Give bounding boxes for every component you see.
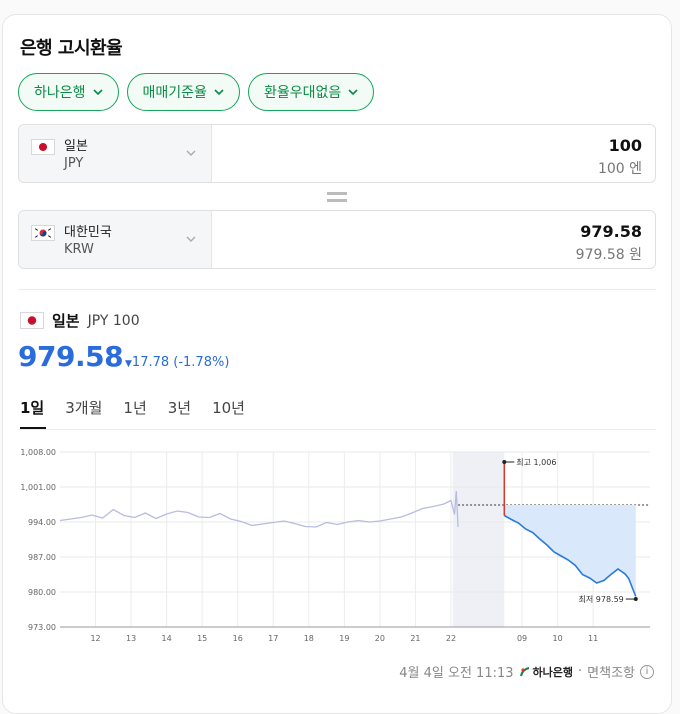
- rate-change: ▼17.78 (-1.78%): [125, 355, 229, 370]
- period-tabs: 1일 3개월 1년 3년 10년: [20, 397, 245, 418]
- y-tick-label: 1,001.00: [20, 483, 56, 492]
- from-amount-unit: 100 엔: [597, 161, 642, 177]
- x-tick-label: 14: [162, 634, 172, 643]
- to-amount-input[interactable]: 979.58 979.58 원: [212, 211, 655, 268]
- current-rate-value: 979.58: [18, 340, 124, 373]
- japan-flag-icon: [20, 312, 44, 329]
- x-tick-label: 21: [410, 634, 420, 643]
- down-triangle-icon: ▼: [125, 359, 132, 369]
- tab-1-year[interactable]: 1년: [123, 397, 146, 418]
- from-currency-row: 일본 JPY 100 100 엔: [18, 124, 656, 183]
- tab-10-years[interactable]: 10년: [212, 397, 245, 418]
- equals-icon: [327, 192, 347, 202]
- x-tick-label: 09: [517, 634, 527, 643]
- x-tick-label: 10: [552, 634, 562, 643]
- to-amount-unit: 979.58 원: [575, 247, 642, 263]
- x-tick-label: 16: [233, 634, 243, 643]
- to-currency-select[interactable]: 대한민국 KRW: [19, 211, 212, 268]
- x-tick-label: 12: [90, 634, 100, 643]
- preferential-rate-filter-button[interactable]: 환율우대없음: [247, 73, 375, 111]
- separator-dot: ·: [578, 664, 583, 679]
- preferential-rate-filter-label: 환율우대없음: [263, 85, 342, 101]
- active-tab-indicator: [20, 427, 46, 429]
- x-tick-label: 15: [197, 634, 207, 643]
- widget-title: 은행 고시환율: [20, 38, 123, 59]
- x-tick-label: 19: [339, 634, 349, 643]
- bank-filter-label: 하나은행: [34, 85, 86, 101]
- tab-3-years[interactable]: 3년: [168, 397, 191, 418]
- rate-currency-unit: JPY 100: [87, 312, 140, 329]
- rate-country-name: 일본: [52, 312, 80, 330]
- rate-type-filter-button[interactable]: 매매기준율: [126, 73, 240, 111]
- rate-change-value: 17.78 (-1.78%): [131, 355, 230, 370]
- from-amount-input[interactable]: 100 100 엔: [212, 125, 655, 182]
- x-tick-label: 11: [588, 634, 598, 643]
- source-bank: 하나은행: [519, 664, 573, 680]
- info-icon[interactable]: i: [640, 664, 654, 679]
- from-country-name: 일본: [64, 139, 88, 154]
- from-amount-value: 100: [608, 136, 642, 155]
- chevron-down-icon: [186, 150, 196, 156]
- to-currency-code: KRW: [64, 242, 94, 257]
- rate-type-filter-label: 매매기준율: [142, 85, 207, 101]
- hana-logo-icon: [519, 666, 529, 676]
- y-tick-label: 980.00: [28, 588, 56, 597]
- divider: [18, 289, 656, 290]
- disclaimer-link[interactable]: 면책조항: [587, 662, 635, 681]
- y-tick-label: 1,008.00: [20, 448, 56, 457]
- chart-footer: 4월 4일 오전 11:13 하나은행 · 면책조항 i: [399, 662, 654, 681]
- x-tick-label: 13: [126, 634, 136, 643]
- to-currency-row: 대한민국 KRW 979.58 979.58 원: [18, 210, 656, 269]
- from-currency-select[interactable]: 일본 JPY: [19, 125, 212, 182]
- filter-bar: 하나은행 매매기준율 환율우대없음: [18, 73, 375, 111]
- moon-icon: [484, 634, 489, 642]
- y-tick-label: 987.00: [28, 553, 56, 562]
- night-shade: [452, 452, 505, 627]
- update-timestamp: 4월 4일 오전 11:13: [399, 666, 514, 681]
- to-country-name: 대한민국: [64, 225, 112, 240]
- bank-filter-button[interactable]: 하나은행: [18, 73, 119, 111]
- to-amount-value: 979.58: [580, 222, 642, 241]
- x-tick-label: 17: [268, 634, 278, 643]
- rate-header: 일본 JPY 100: [20, 310, 140, 331]
- y-tick-label: 994.00: [28, 518, 56, 527]
- x-tick-label: 20: [375, 634, 385, 643]
- y-tick-label: 973.00: [28, 623, 56, 632]
- chevron-down-icon: [214, 89, 224, 96]
- chevron-down-icon: [92, 89, 103, 96]
- tab-1-day[interactable]: 1일: [20, 397, 44, 418]
- japan-flag-icon: [31, 139, 55, 155]
- source-bank-name: 하나은행: [532, 665, 574, 679]
- low-label: 최저 978.59: [579, 594, 624, 604]
- rate-chart[interactable]: 1,008.00 1,001.00 994.00 987.00 980.00 973.00…: [18, 440, 658, 655]
- decline-area: [504, 505, 636, 597]
- tabs-divider: [18, 429, 656, 430]
- tab-3-months[interactable]: 3개월: [65, 397, 102, 418]
- x-tick-label: 18: [304, 634, 314, 643]
- from-currency-code: JPY: [64, 156, 84, 171]
- chevron-down-icon: [186, 236, 196, 242]
- korea-flag-icon: [31, 225, 55, 241]
- chevron-down-icon: [348, 89, 358, 96]
- x-tick-label: 22: [446, 634, 456, 643]
- high-label: 최고 1,006: [516, 457, 556, 467]
